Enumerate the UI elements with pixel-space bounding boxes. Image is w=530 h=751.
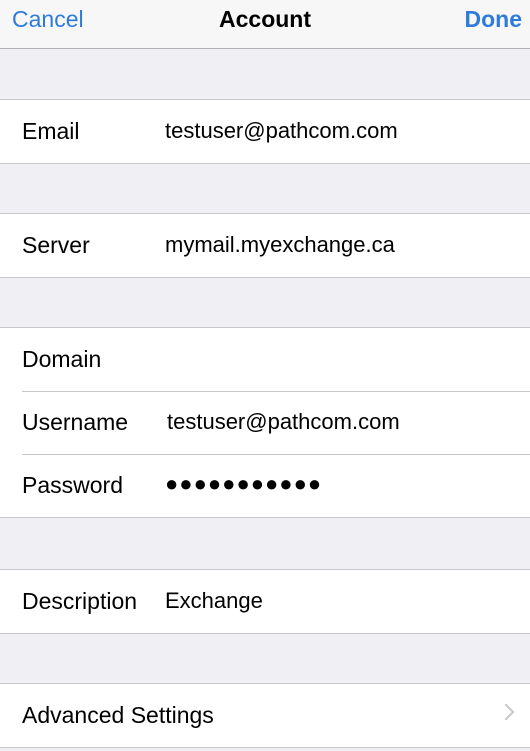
description-group: Description Exchange	[0, 569, 530, 634]
credentials-group: Domain Username testuser@pathcom.com Pas…	[0, 327, 530, 518]
server-row[interactable]: Server mymail.myexchange.ca	[0, 214, 530, 277]
password-label: Password	[22, 472, 123, 498]
advanced-group: Advanced Settings	[0, 683, 530, 748]
description-label: Description	[22, 588, 138, 614]
email-group: Email testuser@pathcom.com	[0, 99, 530, 164]
domain-label: Domain	[22, 346, 102, 372]
advanced-settings-label: Advanced Settings	[22, 702, 214, 728]
username-label: Username	[22, 409, 129, 435]
password-row[interactable]: Password ●●●●●●●●●●●	[0, 454, 530, 517]
server-label: Server	[22, 232, 90, 258]
server-field[interactable]: mymail.myexchange.ca	[165, 232, 505, 258]
page-title: Account	[219, 6, 311, 32]
domain-row[interactable]: Domain	[0, 328, 530, 391]
email-label: Email	[22, 118, 80, 144]
description-field[interactable]: Exchange	[165, 588, 505, 614]
advanced-settings-row[interactable]: Advanced Settings	[0, 684, 530, 747]
server-group: Server mymail.myexchange.ca	[0, 213, 530, 278]
navigation-bar: Cancel Account Done	[0, 0, 530, 49]
email-field[interactable]: testuser@pathcom.com	[165, 118, 505, 144]
username-field[interactable]: testuser@pathcom.com	[167, 409, 507, 435]
done-button[interactable]: Done	[465, 6, 523, 32]
username-row[interactable]: Username testuser@pathcom.com	[0, 391, 530, 454]
description-row[interactable]: Description Exchange	[0, 570, 530, 633]
password-field[interactable]: ●●●●●●●●●●●	[165, 471, 505, 497]
chevron-right-icon	[497, 703, 515, 721]
email-row[interactable]: Email testuser@pathcom.com	[0, 100, 530, 163]
